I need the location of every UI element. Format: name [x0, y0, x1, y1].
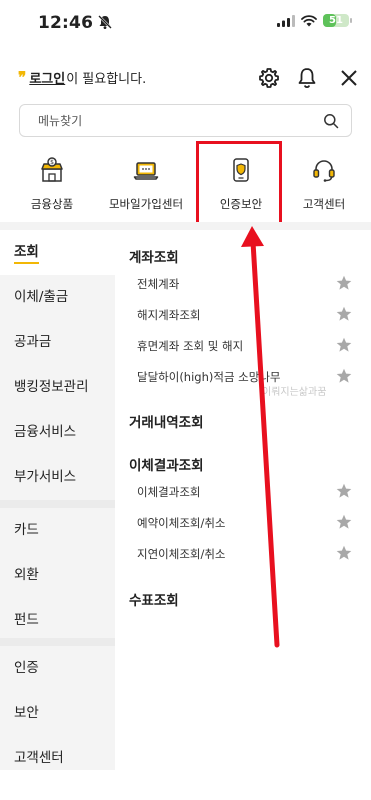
nav-item-banking-info[interactable]: 뱅킹정보관리 — [0, 365, 115, 410]
star-icon[interactable] — [336, 306, 352, 322]
star-icon[interactable] — [336, 275, 352, 291]
nav-item-financial-services[interactable]: 금융서비스 — [0, 410, 115, 455]
nav-item-utility-bills[interactable]: 공과금 — [0, 320, 115, 365]
login-link[interactable]: 로그인 — [29, 68, 65, 87]
nav-item-certification[interactable]: 인증 — [0, 646, 115, 691]
menu-search-input[interactable] — [38, 105, 318, 136]
star-icon[interactable] — [336, 337, 352, 353]
quick-financial-products[interactable]: $ 금융상품 — [22, 150, 82, 212]
nav-item-transfer[interactable]: 이체/출금 — [0, 275, 115, 320]
battery-indicator: 51 — [323, 14, 352, 27]
nav-item-card[interactable]: 카드 — [0, 508, 115, 553]
nav-item-inquiry[interactable]: 조회 — [0, 230, 115, 275]
nav-item-security[interactable]: 보안 — [0, 691, 115, 736]
submenu-item[interactable]: 이체결과조회 — [137, 484, 200, 500]
submenu-item[interactable]: 달달하이(high)적금 소망나무 — [137, 369, 281, 385]
headset-icon — [313, 160, 335, 182]
bottom-safe-area — [0, 770, 371, 800]
quick-label: 고객센터 — [302, 197, 346, 211]
section-title[interactable]: 수표조회 — [129, 589, 179, 609]
quick-label: 금융상품 — [30, 197, 74, 211]
section-title[interactable]: 거래내역조회 — [129, 411, 204, 431]
login-prompt: ❜❜ 로그인 이 필요합니다. — [18, 68, 146, 87]
star-icon[interactable] — [336, 368, 352, 384]
bell-muted-icon — [98, 15, 112, 29]
nav-item-extra-services[interactable]: 부가서비스 — [0, 455, 115, 500]
gear-icon[interactable] — [257, 66, 281, 90]
bell-icon[interactable] — [295, 66, 319, 90]
nav-group-divider — [0, 500, 115, 508]
login-suffix: 이 필요합니다. — [66, 72, 147, 87]
submenu-item[interactable]: 휴면계좌 조회 및 해지 — [137, 338, 243, 354]
quick-menu: $ 금융상품 모바일가입센터 인증보안 고객센터 — [0, 150, 371, 216]
submenu-item[interactable]: 지연이체조회/취소 — [137, 546, 226, 562]
status-bar: 12:46 51 — [0, 0, 371, 46]
section-title[interactable]: 이체결과조회 — [129, 454, 204, 474]
submenu-item[interactable]: 예약이체조회/취소 — [137, 515, 226, 531]
quote-icon: ❜❜ — [18, 68, 26, 87]
quick-mobile-signup-center[interactable]: 모바일가입센터 — [100, 150, 192, 212]
search-icon[interactable] — [323, 113, 339, 129]
section-divider — [0, 222, 371, 230]
wifi-icon — [301, 14, 317, 26]
nav-group-divider — [0, 638, 115, 646]
nav-item-fund[interactable]: 펀드 — [0, 598, 115, 643]
svg-text:$: $ — [50, 159, 54, 166]
submenu-panel: 계좌조회 전체계좌 해지계좌조회 휴면계좌 조회 및 해지 달달하이(high)… — [115, 230, 371, 770]
status-time: 12:46 — [38, 13, 94, 33]
quick-customer-center[interactable]: 고객센터 — [292, 150, 356, 212]
highlight-annotation-box — [196, 141, 282, 229]
menu-header: ❜❜ 로그인 이 필요합니다. — [0, 60, 371, 96]
section-title[interactable]: 계좌조회 — [129, 246, 179, 266]
laptop-icon — [133, 162, 159, 180]
quick-label: 모바일가입센터 — [108, 197, 184, 211]
nav-item-foreign-exchange[interactable]: 외환 — [0, 553, 115, 598]
menu-search-box[interactable] — [19, 104, 352, 137]
submenu-item[interactable]: 해지계좌조회 — [137, 307, 200, 323]
star-icon[interactable] — [336, 483, 352, 499]
shop-icon: $ — [41, 157, 63, 182]
close-icon[interactable] — [337, 66, 361, 90]
signal-icon — [277, 14, 295, 27]
star-icon[interactable] — [336, 545, 352, 561]
watermark-text: 이뤄지는삶과꿈 — [262, 387, 327, 398]
star-icon[interactable] — [336, 514, 352, 530]
submenu-item[interactable]: 전체계좌 — [137, 276, 179, 292]
category-nav: 조회 이체/출금 공과금 뱅킹정보관리 금융서비스 부가서비스 카드 외환 펀드… — [0, 230, 115, 770]
